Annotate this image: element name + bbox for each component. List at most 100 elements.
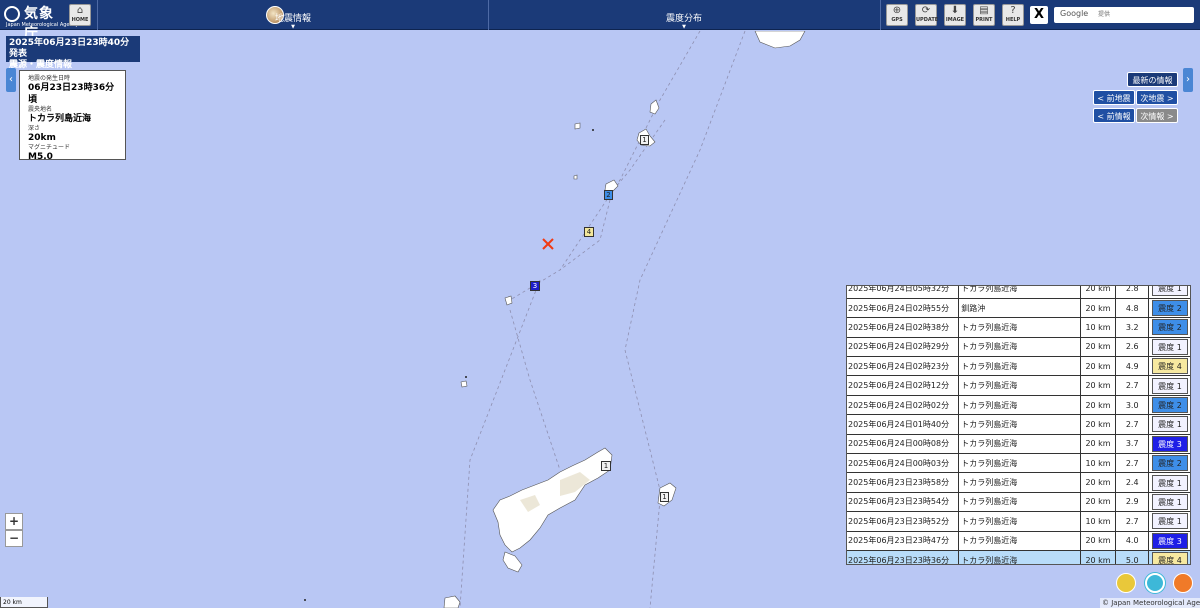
next-info-button: 次情報 > [1136,108,1178,123]
row-magnitude: 2.9 [1115,492,1149,513]
station-marker[interactable]: 1 [601,461,611,471]
table-row[interactable]: 2025年06月23日23時52分 トカラ列島近海 10 km 2.7 震度 1 [847,511,1190,532]
row-place: 釧路沖 [958,298,1081,319]
image-button[interactable]: ⬇ IMAGE [944,4,966,26]
row-depth: 20 km [1080,375,1117,396]
prev-quake-button[interactable]: < 前地震 [1093,90,1135,105]
table-row[interactable]: 2025年06月24日02時12分 トカラ列島近海 20 km 2.7 震度 1 [847,375,1190,396]
zoom-in-button[interactable]: + [5,513,23,530]
intensity-badge: 震度 4 [1151,358,1188,375]
row-place: トカラ列島近海 [958,356,1081,377]
jma-logo-icon [4,6,20,22]
search-input[interactable] [1098,9,1188,21]
table-row[interactable]: 2025年06月24日00時03分 トカラ列島近海 10 km 2.7 震度 2 [847,453,1190,474]
table-row[interactable]: 2025年06月24日00時08分 トカラ列島近海 20 km 3.7 震度 3 [847,434,1190,455]
islands [443,31,806,608]
quake-summary-card: 地震の発生日時 06月23日23時36分頃 震央地名 トカラ列島近海 深さ 20… [19,70,126,162]
row-place: トカラ列島近海 [958,531,1081,551]
help-button[interactable]: ? HELP [1002,4,1024,26]
home-label: HOME [71,17,89,23]
row-place: トカラ列島近海 [958,511,1081,532]
prev-info-button[interactable]: < 前情報 [1093,108,1135,123]
next-quake-button[interactable]: 次地震 > [1136,90,1178,105]
latest-info-button[interactable]: 最新の情報 [1127,72,1178,87]
menu-earthquake-info[interactable]: 地震情報 ▼ [98,0,488,30]
print-button[interactable]: ▤ PRINT [973,4,995,26]
intensity-badge: 震度 2 [1151,319,1188,336]
row-place: トカラ列島近海 [958,395,1081,416]
epicenter-marker[interactable] [542,238,554,250]
table-row[interactable]: 2025年06月24日05時32分 トカラ列島近海 20 km 2.8 震度 1 [847,286,1190,299]
gps-button[interactable]: ⊕ GPS [886,4,908,26]
intensity-badge: 震度 2 [1151,397,1188,414]
intensity-badge: 震度 1 [1151,493,1188,510]
row-time: 2025年06月23日23時54分 [847,492,960,513]
menu-intensity-distribution-label: 震度分布 [665,14,702,24]
row-intensity: 震度 1 [1148,286,1190,299]
x-share-button[interactable]: X [1030,6,1048,24]
intensity-badge: 震度 1 [1151,474,1188,491]
download-icon: ⬇ [950,5,960,16]
table-row[interactable]: 2025年06月24日02時38分 トカラ列島近海 10 km 3.2 震度 2 [847,317,1190,338]
chevron-down-icon: ▼ [291,24,295,30]
table-row[interactable]: 2025年06月23日23時54分 トカラ列島近海 20 km 2.9 震度 1 [847,492,1190,513]
table-row[interactable]: 2025年06月23日23時36分 トカラ列島近海 20 km 5.0 震度 4 [847,550,1190,564]
left-panel-arrow-icon[interactable]: ‹ [6,68,16,92]
zoom-out-button[interactable]: − [5,530,23,547]
row-place: トカラ列島近海 [958,472,1081,493]
book-icon[interactable] [1173,573,1193,593]
quake-list-table: 2025年06月24日05時32分 トカラ列島近海 20 km 2.8 震度 1 2025… [847,286,1190,564]
help-label: HELP [1005,17,1021,23]
table-row[interactable]: 2025年06月24日01時40分 トカラ列島近海 20 km 2.7 震度 1 [847,414,1190,435]
announce-time: 2025年06月23日23時40分発表 [9,38,130,59]
row-magnitude: 2.8 [1115,286,1149,299]
row-time: 2025年06月24日02時29分 [847,337,960,358]
magnitude-label: マグニチュード [28,144,71,151]
row-magnitude: 4.8 [1115,298,1149,319]
row-time: 2025年06月24日02時12分 [847,375,960,396]
row-place: トカラ列島近海 [958,414,1081,435]
row-time: 2025年06月24日01時40分 [847,414,960,435]
quake-list-panel[interactable]: 2025年06月24日05時32分 トカラ列島近海 20 km 2.8 震度 1 2025… [846,285,1191,565]
time-label: 地震の発生日時 [28,75,71,82]
header-divider [880,0,881,30]
row-time: 2025年06月24日02時02分 [847,395,960,416]
station-marker[interactable]: 1 [660,492,669,502]
row-magnitude: 5.0 [1115,550,1149,564]
row-place: トカラ列島近海 [958,286,1081,299]
update-button[interactable]: ⟳ UPDATE [915,4,938,26]
table-row[interactable]: 2025年06月23日23時58分 トカラ列島近海 20 km 2.4 震度 1 [847,472,1190,493]
table-row[interactable]: 2025年06月24日02時23分 トカラ列島近海 20 km 4.9 震度 4 [847,356,1190,377]
menu-intensity-distribution[interactable]: 震度分布 ▼ [489,0,879,30]
jma-logo[interactable]: 気象庁 Japan Meteorological Agency [4,3,78,42]
station-marker[interactable]: 3 [530,281,540,291]
station-marker[interactable]: 1 [640,135,649,145]
table-row[interactable]: 2025年06月24日02時02分 トカラ列島近海 20 km 3.0 震度 2 [847,395,1190,416]
intensity-badge: 震度 2 [1151,455,1188,472]
crosshair-icon: ⊕ [892,5,902,16]
row-place: トカラ列島近海 [958,492,1081,513]
table-row[interactable]: 2025年06月24日02時29分 トカラ列島近海 20 km 2.6 震度 1 [847,337,1190,358]
table-row[interactable]: 2025年06月23日23時47分 トカラ列島近海 20 km 4.0 震度 3 [847,531,1190,551]
printer-icon: ▤ [979,5,989,16]
row-magnitude: 2.7 [1115,414,1149,435]
row-place: トカラ列島近海 [958,550,1081,564]
intensity-badge: 震度 1 [1151,377,1188,394]
row-depth: 20 km [1080,395,1117,416]
home-button[interactable]: ⌂ HOME [69,4,91,26]
intensity-badge: 震度 1 [1151,513,1188,530]
station-marker[interactable]: 2 [604,190,613,200]
row-depth: 20 km [1080,356,1117,377]
row-magnitude: 4.9 [1115,356,1149,377]
question-icon: ? [1010,5,1016,16]
right-panel-arrow-icon[interactable]: › [1183,68,1193,92]
table-row[interactable]: 2025年06月24日02時55分 釧路沖 20 km 4.8 震度 2 [847,298,1190,319]
row-place: トカラ列島近海 [958,337,1081,358]
legend-tool-icon[interactable] [1116,573,1136,593]
google-search[interactable]: Google [1054,7,1194,23]
row-depth: 20 km [1080,298,1117,319]
row-intensity: 震度 2 [1148,317,1190,338]
station-marker[interactable]: 4 [584,227,594,237]
zoom-search-icon[interactable] [1145,573,1165,593]
intensity-badge: 震度 4 [1151,552,1188,564]
